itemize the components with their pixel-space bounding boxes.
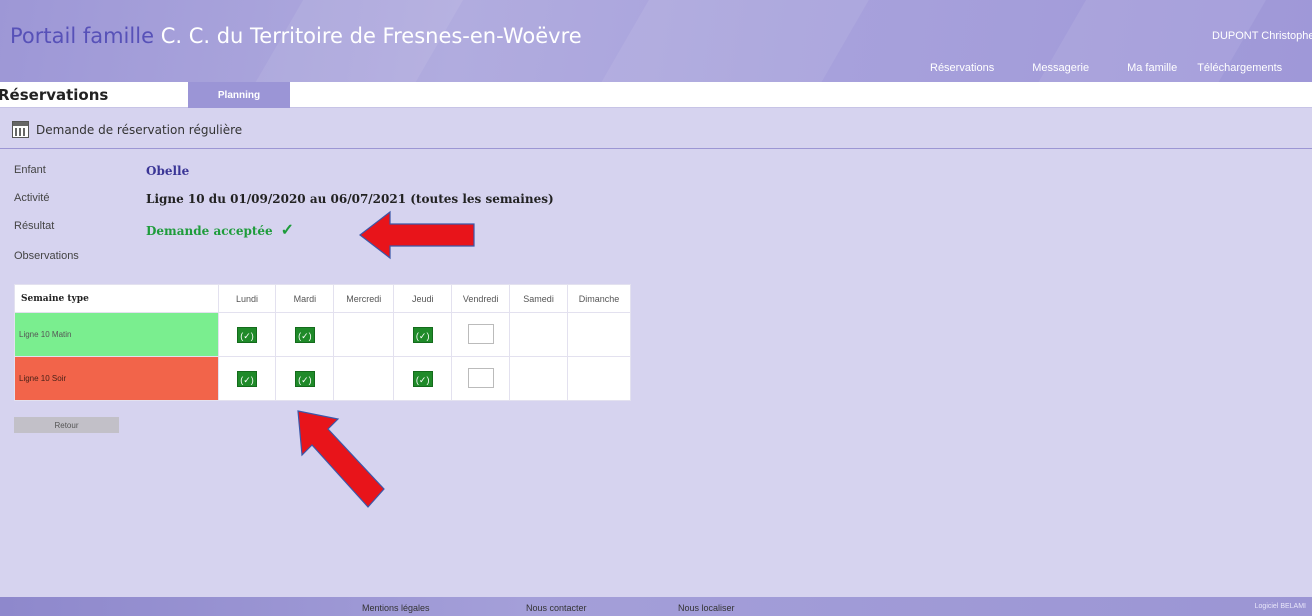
organization-name: C. C. du Territoire de Fresnes-en-Woëvre bbox=[160, 24, 582, 48]
column-header-semaine: Semaine type bbox=[14, 284, 219, 313]
tab-planning[interactable]: Planning bbox=[188, 82, 290, 108]
footer-mentions-link[interactable]: Mentions légales bbox=[362, 603, 430, 613]
table-header-row: Semaine type Lundi Mardi Mercredi Jeudi … bbox=[14, 284, 631, 313]
nav-reservations[interactable]: Réservations bbox=[930, 62, 994, 74]
column-header-day: Dimanche bbox=[567, 284, 631, 313]
day-cell[interactable] bbox=[451, 356, 511, 401]
day-cell[interactable]: (✓) bbox=[393, 356, 453, 401]
day-cell[interactable]: (✓) bbox=[393, 312, 453, 357]
column-header-day: Vendredi bbox=[451, 284, 511, 313]
day-cell[interactable]: (✓) bbox=[275, 312, 335, 357]
day-cell bbox=[567, 312, 631, 357]
row-label-soir: Ligne 10 Soir bbox=[14, 356, 219, 401]
retour-button[interactable]: Retour bbox=[14, 417, 119, 433]
page-header: Portail famille C. C. du Territoire de F… bbox=[0, 0, 1312, 82]
empty-checkbox[interactable] bbox=[467, 323, 494, 344]
day-cell bbox=[567, 356, 631, 401]
checked-checkbox[interactable]: (✓) bbox=[237, 370, 257, 387]
column-header-day: Lundi bbox=[217, 284, 277, 313]
activite-value: Ligne 10 du 01/09/2020 au 06/07/2021 (to… bbox=[146, 192, 554, 206]
observations-label: Observations bbox=[14, 250, 79, 262]
footer-localiser-link[interactable]: Nous localiser bbox=[678, 603, 735, 613]
calendar-icon bbox=[12, 121, 29, 138]
nav-messagerie[interactable]: Messagerie bbox=[1032, 62, 1089, 74]
column-header-day: Samedi bbox=[509, 284, 569, 313]
column-header-day: Mercredi bbox=[333, 284, 395, 313]
table-row: Ligne 10 Matin (✓) (✓) (✓) bbox=[14, 312, 631, 357]
user-name[interactable]: DUPONT Christophe bbox=[1212, 30, 1312, 42]
table-row: Ligne 10 Soir (✓) (✓) (✓) bbox=[14, 356, 631, 401]
page-title: Réservations bbox=[0, 86, 109, 104]
nav-telechargements[interactable]: Téléchargements bbox=[1197, 62, 1282, 74]
column-header-day: Jeudi bbox=[393, 284, 453, 313]
checked-checkbox[interactable]: (✓) bbox=[412, 370, 433, 387]
column-header-day: Mardi bbox=[275, 284, 335, 313]
day-cell[interactable]: (✓) bbox=[217, 356, 277, 401]
annotation-arrow-up-icon bbox=[297, 410, 385, 508]
annotation-arrow-left-icon bbox=[359, 210, 475, 260]
section-title: Demande de réservation régulière bbox=[36, 123, 243, 137]
checked-checkbox[interactable]: (✓) bbox=[294, 370, 315, 387]
day-cell bbox=[333, 312, 395, 357]
day-cell[interactable]: (✓) bbox=[275, 356, 335, 401]
checked-checkbox[interactable]: (✓) bbox=[294, 326, 315, 343]
header-decoration bbox=[585, 0, 875, 82]
day-cell[interactable] bbox=[451, 312, 511, 357]
resultat-text: Demande acceptée bbox=[146, 224, 273, 238]
planning-table: Semaine type Lundi Mardi Mercredi Jeudi … bbox=[14, 284, 631, 401]
section-header: Demande de réservation régulière bbox=[0, 109, 1312, 149]
enfant-label: Enfant bbox=[14, 164, 46, 176]
resultat-label: Résultat bbox=[14, 220, 55, 232]
empty-checkbox[interactable] bbox=[467, 367, 494, 388]
day-cell[interactable]: (✓) bbox=[217, 312, 277, 357]
row-label-matin: Ligne 10 Matin bbox=[14, 312, 219, 357]
nav-ma-famille[interactable]: Ma famille bbox=[1127, 62, 1177, 74]
footer-copyright: Logiciel BELAMI bbox=[1254, 603, 1306, 610]
footer-contact-link[interactable]: Nous contacter bbox=[526, 603, 587, 613]
day-cell bbox=[333, 356, 395, 401]
enfant-value: Obelle bbox=[146, 164, 190, 178]
tab-row: Réservations Planning bbox=[0, 82, 1312, 108]
brand-title[interactable]: Portail famille C. C. du Territoire de F… bbox=[10, 24, 582, 48]
page-footer: Mentions légales Nous contacter Nous loc… bbox=[0, 597, 1312, 616]
checkmark-icon: ✓ bbox=[280, 220, 295, 239]
checked-checkbox[interactable]: (✓) bbox=[237, 326, 257, 343]
day-cell bbox=[509, 312, 569, 357]
activite-label: Activité bbox=[14, 192, 50, 204]
top-navigation: Réservations Messagerie Ma famille Téléc… bbox=[930, 62, 1282, 74]
day-cell bbox=[509, 356, 569, 401]
resultat-value: Demande acceptée ✓ bbox=[146, 220, 294, 239]
app-name: Portail famille bbox=[10, 24, 154, 48]
checked-checkbox[interactable]: (✓) bbox=[412, 326, 433, 343]
